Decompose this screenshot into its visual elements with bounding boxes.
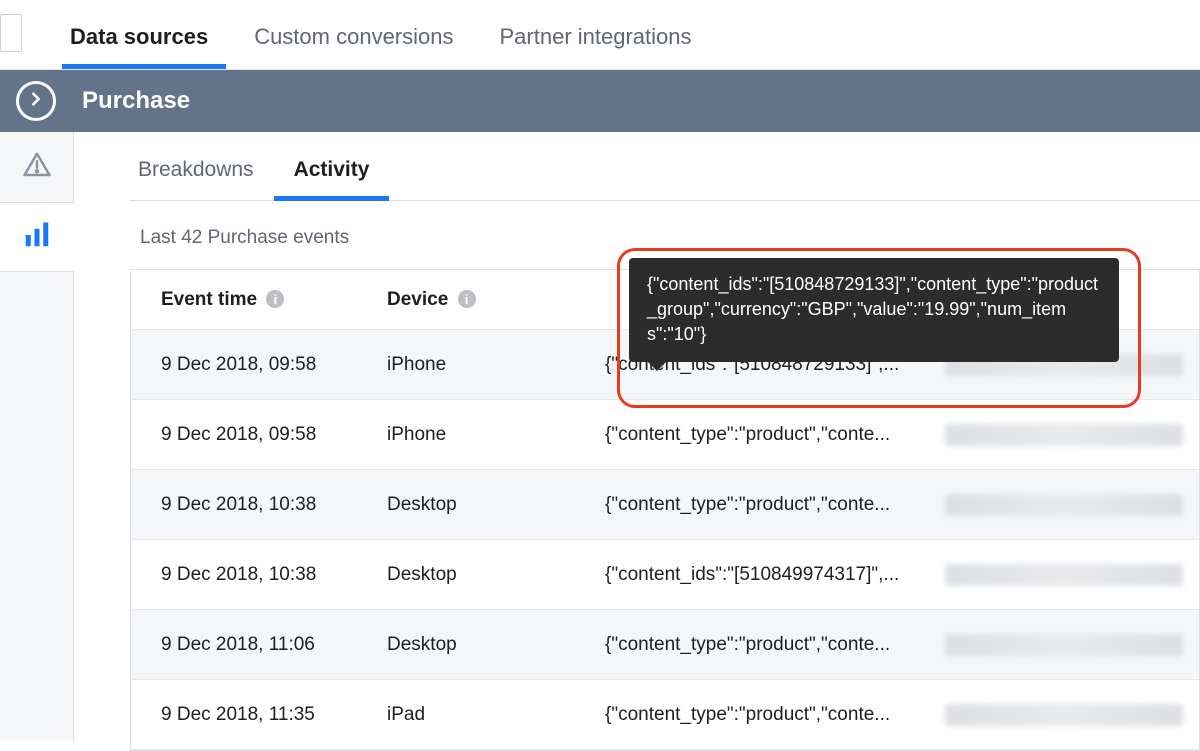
sidebar-item-activity[interactable] [0, 202, 74, 272]
redacted-url [945, 704, 1183, 726]
table-row[interactable]: 9 Dec 2018, 09:58 iPhone {"content_type"… [131, 400, 1199, 470]
expand-event-button[interactable] [16, 81, 56, 121]
cell-event-time: 9 Dec 2018, 10:38 [131, 564, 387, 586]
side-nav [0, 132, 74, 741]
events-table: Event time i Device i 9 Dec 2018, 09:58 … [130, 269, 1200, 751]
col-header-event-time-label: Event time [161, 289, 257, 310]
event-header-bar: Purchase [0, 70, 1200, 132]
tab-custom-conversions[interactable]: Custom conversions [254, 6, 453, 64]
cell-device: Desktop [387, 634, 605, 656]
cell-url [921, 564, 1199, 586]
cell-device: iPhone [387, 354, 605, 376]
cell-payload: {"content_type":"product","conte... [605, 494, 921, 516]
cell-payload: {"content_type":"product","conte... [605, 634, 921, 656]
redacted-url [945, 564, 1183, 586]
tab-partner-integrations[interactable]: Partner integrations [500, 6, 692, 64]
cell-url [921, 704, 1199, 726]
cell-device: iPad [387, 704, 605, 726]
redacted-url [945, 634, 1183, 656]
table-row[interactable]: 9 Dec 2018, 11:35 iPad {"content_type":"… [131, 680, 1199, 750]
table-row[interactable]: 9 Dec 2018, 10:38 Desktop {"content_type… [131, 470, 1199, 540]
payload-tooltip: {"content_ids":"[510848729133]","content… [629, 258, 1119, 362]
col-header-device-label: Device [387, 289, 448, 310]
bar-chart-icon [22, 220, 52, 255]
primary-nav: Data sources Custom conversions Partner … [0, 0, 1200, 70]
cell-payload: {"content_type":"product","conte... [605, 424, 921, 446]
col-header-device: Device i [387, 289, 605, 311]
cell-payload: {"content_type":"product","conte... [605, 704, 921, 726]
table-row[interactable]: 9 Dec 2018, 10:38 Desktop {"content_ids"… [131, 540, 1199, 610]
info-icon[interactable]: i [266, 290, 284, 308]
tab-data-sources[interactable]: Data sources [70, 6, 208, 64]
cell-payload: {"content_ids":"[510849974317]",... [605, 564, 921, 586]
redacted-url [945, 494, 1183, 516]
table-row[interactable]: 9 Dec 2018, 11:06 Desktop {"content_type… [131, 610, 1199, 680]
warning-icon [22, 150, 52, 185]
cell-event-time: 9 Dec 2018, 10:38 [131, 494, 387, 516]
col-header-event-time: Event time i [131, 289, 387, 311]
cell-device: Desktop [387, 564, 605, 586]
cell-event-time: 9 Dec 2018, 11:35 [131, 704, 387, 726]
info-icon[interactable]: i [458, 290, 476, 308]
payload-tooltip-text: {"content_ids":"[510848729133]","content… [647, 274, 1098, 344]
cell-device: iPhone [387, 424, 605, 446]
sidebar-item-diagnostics[interactable] [0, 132, 74, 202]
sub-tabs: Breakdowns Activity [130, 134, 1200, 201]
context-selector[interactable] [0, 14, 22, 52]
cell-url [921, 424, 1199, 446]
chevron-right-icon [29, 92, 43, 111]
subtab-breakdowns[interactable]: Breakdowns [130, 134, 274, 200]
cell-event-time: 9 Dec 2018, 09:58 [131, 354, 387, 376]
cell-event-time: 9 Dec 2018, 09:58 [131, 424, 387, 446]
events-summary: Last 42 Purchase events [140, 227, 1200, 249]
cell-event-time: 9 Dec 2018, 11:06 [131, 634, 387, 656]
cell-device: Desktop [387, 494, 605, 516]
redacted-url [945, 424, 1183, 446]
event-title: Purchase [82, 87, 190, 115]
subtab-activity[interactable]: Activity [274, 134, 390, 200]
cell-url [921, 494, 1199, 516]
cell-url [921, 634, 1199, 656]
